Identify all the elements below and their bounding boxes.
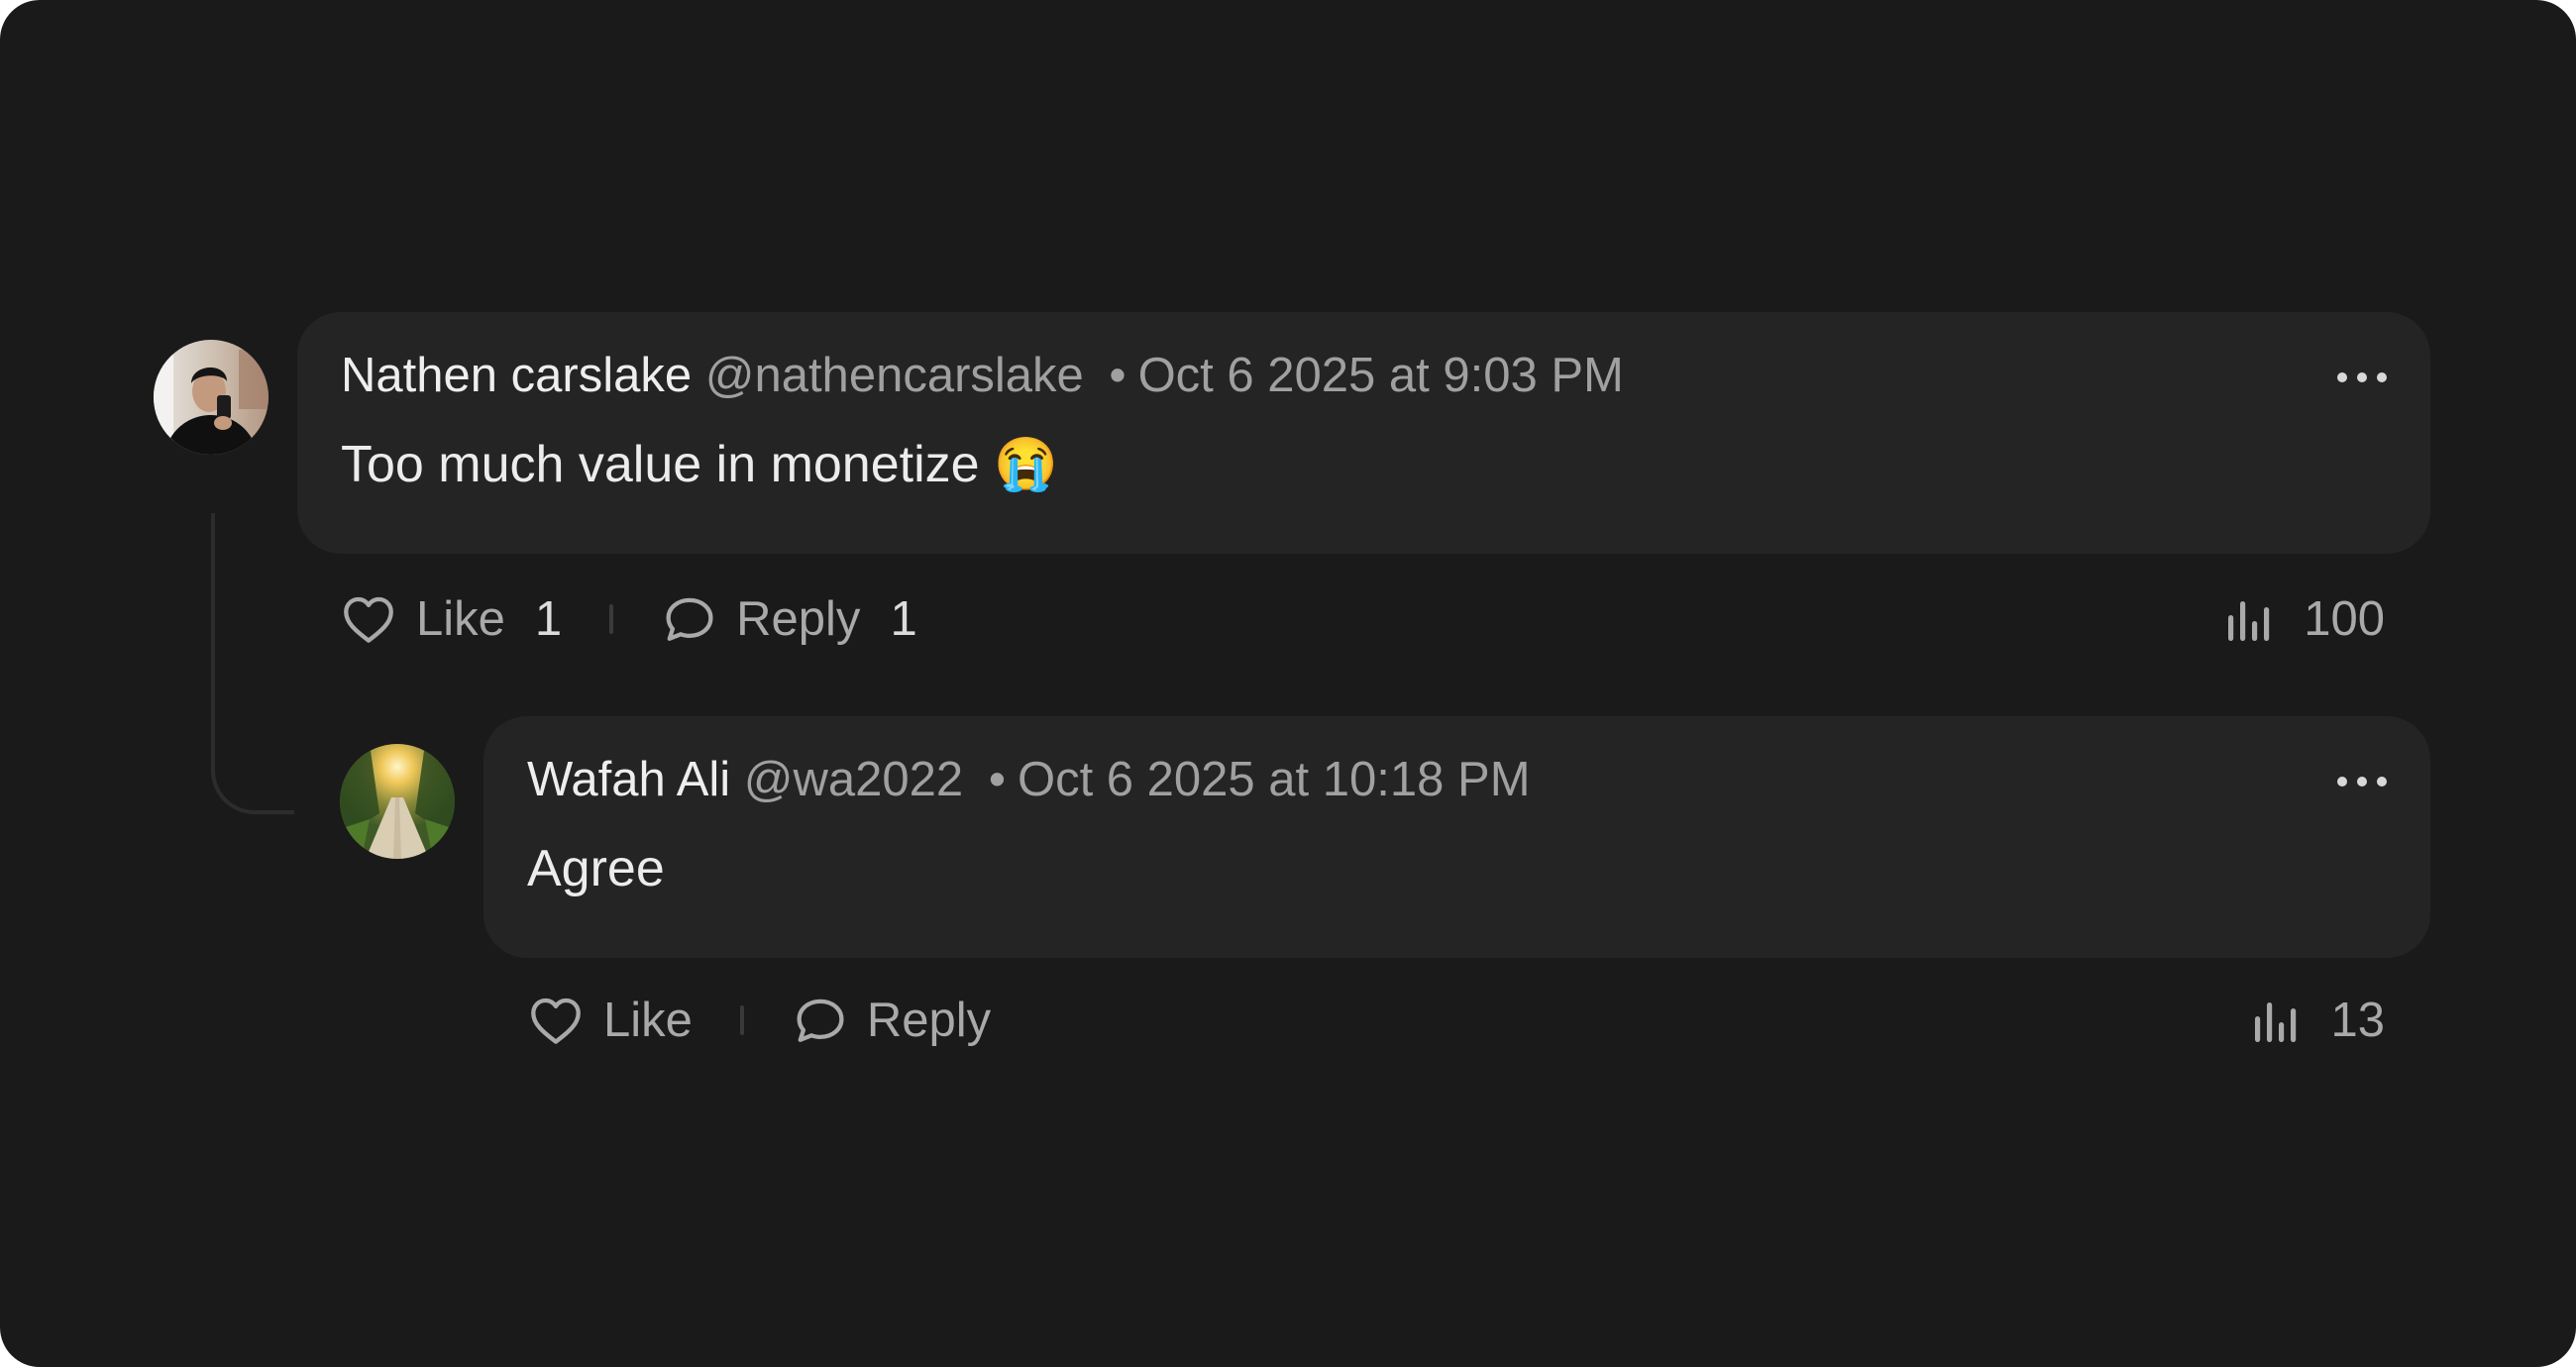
heart-icon [344, 596, 393, 643]
views-number: 100 [2304, 592, 2385, 646]
avatar[interactable] [154, 340, 268, 455]
like-label: Like [416, 592, 505, 646]
comment-text: Agree [527, 840, 665, 897]
reply-label: Reply [736, 592, 861, 646]
comment-actions: Like 1 Reply 1 [341, 584, 917, 654]
meta-separator: • [1109, 349, 1127, 402]
speech-bubble-icon [666, 597, 713, 641]
avatar[interactable] [340, 744, 455, 859]
like-button[interactable]: Like 1 [341, 591, 562, 647]
author-handle[interactable]: @wa2022 [744, 753, 963, 806]
reply-button[interactable]: Reply 1 [663, 591, 917, 647]
comment-meta: Wafah Ali @wa2022 • Oct 6 2025 at 10:18 P… [527, 752, 1531, 807]
comment-actions: Like Reply [528, 986, 991, 1055]
author-name[interactable]: Nathen carslake [341, 349, 692, 402]
action-divider [739, 1005, 744, 1035]
views-number: 13 [2330, 994, 2385, 1047]
speech-bubble-icon [797, 999, 844, 1042]
view-count: 100 [2224, 584, 2385, 654]
comment-card: Nathen carslake @nathencarslake • Oct 6 2… [297, 312, 2430, 554]
meta-separator: • [988, 753, 1006, 806]
reply-card: Wafah Ali @wa2022 • Oct 6 2025 at 10:18 P… [483, 716, 2430, 958]
action-divider [609, 604, 614, 634]
more-options-button[interactable] [2334, 772, 2390, 791]
author-handle[interactable]: @nathencarslake [705, 349, 1084, 402]
comment-timestamp: Oct 6 2025 at 10:18 PM [1017, 753, 1531, 806]
view-count: 13 [2251, 986, 2385, 1055]
like-count: 1 [534, 592, 563, 646]
reply-button[interactable]: Reply [794, 993, 991, 1048]
author-name[interactable]: Wafah Ali [527, 753, 730, 806]
thread-connector-line [211, 513, 294, 814]
like-label: Like [603, 994, 693, 1047]
comment-timestamp: Oct 6 2025 at 9:03 PM [1137, 349, 1624, 402]
comment-text: Too much value in monetize 😭 [341, 436, 1058, 493]
reply-count: 1 [890, 592, 917, 646]
bar-chart-icon [2255, 1002, 2297, 1042]
more-options-button[interactable] [2334, 368, 2390, 387]
bar-chart-icon [2228, 601, 2270, 641]
forest-path-avatar-icon [340, 744, 455, 859]
comment-thread-panel: Nathen carslake @nathencarslake • Oct 6 2… [0, 0, 2576, 1367]
person-selfie-avatar-icon [154, 340, 268, 455]
heart-icon [531, 998, 581, 1044]
more-dots-icon [2337, 372, 2387, 382]
like-button[interactable]: Like [528, 993, 693, 1048]
comment-meta: Nathen carslake @nathencarslake • Oct 6 2… [341, 348, 1624, 403]
more-dots-icon [2337, 777, 2387, 787]
reply-label: Reply [866, 994, 992, 1047]
